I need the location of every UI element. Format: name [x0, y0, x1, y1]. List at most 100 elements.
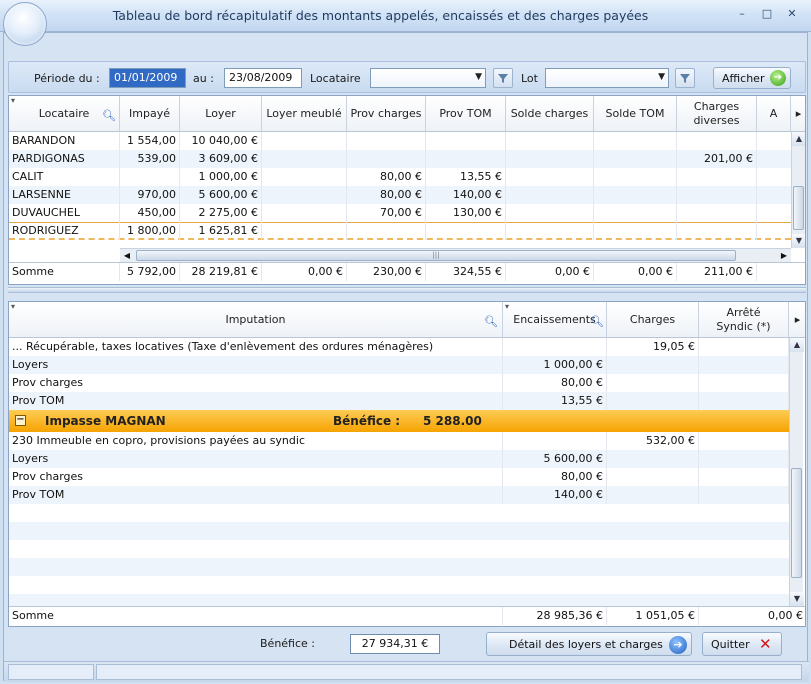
- table-cell[interactable]: 450,00: [120, 204, 180, 222]
- scroll-down-button[interactable]: ▼: [792, 234, 805, 248]
- cell-imputation[interactable]: Prov TOM: [9, 392, 503, 410]
- grid-splitter[interactable]: [8, 287, 806, 293]
- cell-imputation[interactable]: Prov charges: [9, 374, 503, 392]
- table-cell[interactable]: [699, 450, 789, 468]
- table-cell[interactable]: 5 600,00 €: [503, 450, 607, 468]
- table-cell[interactable]: 1 554,00: [120, 132, 180, 150]
- cell-locataire[interactable]: RODRIGUEZ: [9, 222, 120, 240]
- table-cell[interactable]: [699, 392, 789, 410]
- cell-locataire[interactable]: CALIT: [9, 168, 120, 186]
- empty-row[interactable]: [9, 576, 789, 594]
- cell-locataire[interactable]: DUVAUCHEL: [9, 204, 120, 222]
- table-cell[interactable]: [347, 150, 426, 168]
- locataire-select[interactable]: ▼: [370, 68, 486, 88]
- table-cell[interactable]: [677, 132, 757, 150]
- table-cell[interactable]: 539,00: [120, 150, 180, 168]
- table-cell[interactable]: [594, 186, 677, 204]
- col-header-impaye[interactable]: Impayé: [120, 96, 180, 132]
- table-cell[interactable]: 140,00 €: [426, 186, 506, 204]
- scroll-down-button[interactable]: ▼: [790, 592, 804, 606]
- table-cell[interactable]: [677, 186, 757, 204]
- table-cell[interactable]: 970,00: [120, 186, 180, 204]
- col-header-loyer[interactable]: Loyer: [180, 96, 262, 132]
- table-cell[interactable]: [699, 374, 789, 392]
- col-header-arrete-syndic[interactable]: Arrêté Syndic (*): [699, 302, 789, 338]
- table-cell[interactable]: 70,00 €: [347, 204, 426, 222]
- table-cell[interactable]: 80,00 €: [503, 468, 607, 486]
- locataire-filter-button[interactable]: [493, 68, 513, 88]
- group-row-impasse-magnan[interactable]: − Impasse MAGNAN Bénéfice : 5 288.00: [9, 410, 789, 432]
- cell-imputation[interactable]: Prov charges: [9, 468, 503, 486]
- empty-row[interactable]: [9, 522, 789, 540]
- table-cell[interactable]: [677, 204, 757, 222]
- col-header-solde-tom[interactable]: Solde TOM: [594, 96, 677, 132]
- horizontal-scrollbar[interactable]: ◀ ||| ▶: [120, 248, 791, 262]
- table-cell[interactable]: [677, 168, 757, 186]
- col-header-imputation[interactable]: ▾ Imputation 🔍︎: [9, 302, 503, 338]
- scroll-up-button[interactable]: ▲: [792, 132, 805, 146]
- col-header-charges-diverses[interactable]: Charges diverses: [677, 96, 757, 132]
- table-cell[interactable]: [607, 374, 699, 392]
- empty-row[interactable]: [9, 504, 789, 522]
- table-cell[interactable]: [594, 132, 677, 150]
- date-to-input[interactable]: 23/08/2009: [224, 68, 302, 88]
- cell-locataire[interactable]: LARSENNE: [9, 186, 120, 204]
- horizontal-scroll-thumb[interactable]: |||: [136, 250, 736, 261]
- table-cell[interactable]: [347, 132, 426, 150]
- cell-locataire[interactable]: BARANDON: [9, 132, 120, 150]
- scroll-right-header-button[interactable]: ▸: [789, 302, 805, 338]
- table-cell[interactable]: 130,00 €: [426, 204, 506, 222]
- table-cell[interactable]: [506, 222, 594, 240]
- col-header-loyer-meuble[interactable]: Loyer meublé: [262, 96, 347, 132]
- table-cell[interactable]: [699, 338, 789, 356]
- maximize-button[interactable]: □: [760, 8, 774, 20]
- table-cell[interactable]: 80,00 €: [347, 186, 426, 204]
- col-header-charges[interactable]: Charges: [607, 302, 699, 338]
- close-button[interactable]: ✕: [785, 8, 799, 20]
- table-cell[interactable]: 3 609,00 €: [180, 150, 262, 168]
- cell-imputation[interactable]: 230 Immeuble en copro, provisions payées…: [9, 432, 503, 450]
- vertical-scroll-thumb[interactable]: [791, 468, 802, 578]
- scroll-right-button[interactable]: ▶: [777, 249, 791, 262]
- vertical-scrollbar[interactable]: ▲ ▼: [791, 132, 805, 248]
- scroll-left-button[interactable]: ◀: [120, 249, 134, 262]
- table-cell[interactable]: [594, 150, 677, 168]
- table-cell[interactable]: [426, 222, 506, 240]
- scroll-up-button[interactable]: ▲: [790, 338, 804, 352]
- cell-imputation[interactable]: Loyers: [9, 450, 503, 468]
- date-from-input[interactable]: 01/01/2009: [109, 68, 186, 88]
- table-cell[interactable]: [120, 168, 180, 186]
- table-cell[interactable]: 1 000,00 €: [503, 356, 607, 374]
- table-cell[interactable]: [607, 468, 699, 486]
- table-cell[interactable]: [506, 186, 594, 204]
- table-cell[interactable]: 13,55 €: [426, 168, 506, 186]
- table-cell[interactable]: 80,00 €: [503, 374, 607, 392]
- table-cell[interactable]: 2 275,00 €: [180, 204, 262, 222]
- table-cell[interactable]: 201,00 €: [677, 150, 757, 168]
- table-cell[interactable]: 19,05 €: [607, 338, 699, 356]
- table-cell[interactable]: 1 625,81 €: [180, 222, 262, 240]
- table-cell[interactable]: [607, 450, 699, 468]
- search-icon[interactable]: 🔍︎: [590, 315, 604, 328]
- table-cell[interactable]: [506, 150, 594, 168]
- table-cell[interactable]: 80,00 €: [347, 168, 426, 186]
- vertical-scrollbar[interactable]: ▲ ▼: [789, 338, 804, 606]
- table-cell[interactable]: [506, 204, 594, 222]
- app-orb-icon[interactable]: [3, 2, 47, 46]
- col-header-a[interactable]: A: [757, 96, 791, 132]
- table-cell[interactable]: [503, 432, 607, 450]
- detail-loyers-button[interactable]: Détail des loyers et charges ➔: [486, 632, 692, 656]
- afficher-button[interactable]: Afficher ➔: [713, 67, 791, 89]
- table-cell[interactable]: [262, 186, 347, 204]
- table-cell[interactable]: [594, 204, 677, 222]
- minimize-button[interactable]: –: [735, 8, 749, 20]
- table-cell[interactable]: [699, 432, 789, 450]
- table-cell[interactable]: [262, 132, 347, 150]
- table-cell[interactable]: 5 600,00 €: [180, 186, 262, 204]
- collapse-toggle-icon[interactable]: −: [15, 415, 26, 426]
- cell-imputation[interactable]: ... Récupérable, taxes locatives (Taxe d…: [9, 338, 503, 356]
- table-cell[interactable]: [607, 486, 699, 504]
- col-header-prov-charges[interactable]: Prov charges: [347, 96, 426, 132]
- table-cell[interactable]: [503, 338, 607, 356]
- cell-imputation[interactable]: Loyers: [9, 356, 503, 374]
